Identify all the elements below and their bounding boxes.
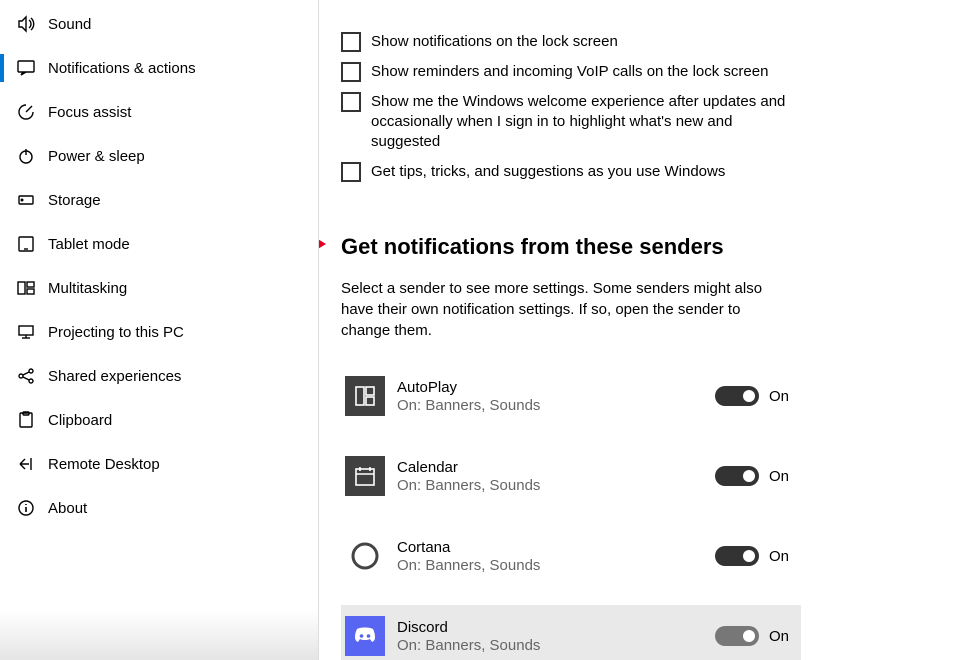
sidebar-item-multitasking[interactable]: Multitasking	[0, 266, 318, 310]
checkbox-icon[interactable]	[341, 162, 361, 182]
sidebar-item-shared[interactable]: Shared experiences	[0, 354, 318, 398]
sender-toggle[interactable]	[715, 626, 759, 646]
cortana-icon	[345, 536, 385, 576]
remote-desktop-icon	[16, 454, 36, 474]
checkbox-tips-suggestions[interactable]: Get tips, tricks, and suggestions as you…	[341, 162, 940, 182]
checkbox-label: Show me the Windows welcome experience a…	[371, 92, 791, 152]
checkbox-label: Show notifications on the lock screen	[371, 32, 618, 52]
sender-toggle[interactable]	[715, 386, 759, 406]
sidebar-item-label: Projecting to this PC	[48, 324, 184, 341]
senders-list: AutoPlay On: Banners, Sounds On Calendar…	[341, 365, 801, 660]
sidebar-item-label: Power & sleep	[48, 148, 145, 165]
checkbox-icon[interactable]	[341, 32, 361, 52]
sender-toggle[interactable]	[715, 466, 759, 486]
sender-name: AutoPlay	[397, 379, 715, 396]
sender-toggle[interactable]	[715, 546, 759, 566]
sidebar-item-about[interactable]: About	[0, 486, 318, 530]
sidebar: Sound Notifications & actions Focus assi…	[0, 0, 319, 660]
sidebar-item-power-sleep[interactable]: Power & sleep	[0, 134, 318, 178]
sidebar-item-label: Multitasking	[48, 280, 127, 297]
toggle-state-label: On	[769, 548, 789, 565]
sender-status: On: Banners, Sounds	[397, 477, 715, 494]
sidebar-item-label: Focus assist	[48, 104, 131, 121]
notification-options: Show notifications on the lock screen Sh…	[341, 32, 940, 182]
checkbox-icon[interactable]	[341, 92, 361, 112]
toggle-state-label: On	[769, 388, 789, 405]
checkbox-welcome-experience[interactable]: Show me the Windows welcome experience a…	[341, 92, 940, 152]
clipboard-icon	[16, 410, 36, 430]
sidebar-item-label: Sound	[48, 16, 91, 33]
sender-name: Discord	[397, 619, 715, 636]
sidebar-item-projecting[interactable]: Projecting to this PC	[0, 310, 318, 354]
sidebar-item-notifications[interactable]: Notifications & actions	[0, 46, 318, 90]
toggle-state-label: On	[769, 628, 789, 645]
sidebar-fade	[0, 610, 318, 660]
sender-name: Calendar	[397, 459, 715, 476]
sidebar-item-tablet-mode[interactable]: Tablet mode	[0, 222, 318, 266]
tablet-icon	[16, 234, 36, 254]
checkbox-lock-screen-notifications[interactable]: Show notifications on the lock screen	[341, 32, 940, 52]
discord-icon	[345, 616, 385, 656]
sidebar-item-label: About	[48, 500, 87, 517]
sidebar-item-label: Remote Desktop	[48, 456, 160, 473]
toggle-state-label: On	[769, 468, 789, 485]
projecting-icon	[16, 322, 36, 342]
sidebar-item-label: Tablet mode	[48, 236, 130, 253]
sidebar-item-remote-desktop[interactable]: Remote Desktop	[0, 442, 318, 486]
sidebar-item-storage[interactable]: Storage	[0, 178, 318, 222]
shared-icon	[16, 366, 36, 386]
about-icon	[16, 498, 36, 518]
multitasking-icon	[16, 278, 36, 298]
focus-assist-icon	[16, 102, 36, 122]
sender-status: On: Banners, Sounds	[397, 637, 715, 654]
sender-row-calendar[interactable]: Calendar On: Banners, Sounds On	[341, 445, 801, 507]
senders-heading: Get notifications from these senders	[341, 234, 940, 260]
arrow-annotation-icon	[319, 226, 326, 262]
sidebar-item-label: Shared experiences	[48, 368, 181, 385]
sidebar-item-sound[interactable]: Sound	[0, 2, 318, 46]
sidebar-item-label: Clipboard	[48, 412, 112, 429]
sidebar-item-label: Storage	[48, 192, 101, 209]
sender-status: On: Banners, Sounds	[397, 397, 715, 414]
sidebar-item-focus-assist[interactable]: Focus assist	[0, 90, 318, 134]
storage-icon	[16, 190, 36, 210]
sender-status: On: Banners, Sounds	[397, 557, 715, 574]
main-panel: Show notifications on the lock screen Sh…	[319, 0, 962, 660]
sender-row-discord[interactable]: Discord On: Banners, Sounds On	[341, 605, 801, 660]
sender-row-autoplay[interactable]: AutoPlay On: Banners, Sounds On	[341, 365, 801, 427]
checkbox-icon[interactable]	[341, 62, 361, 82]
sound-icon	[16, 14, 36, 34]
notifications-icon	[16, 58, 36, 78]
sender-name: Cortana	[397, 539, 715, 556]
checkbox-lock-screen-reminders[interactable]: Show reminders and incoming VoIP calls o…	[341, 62, 940, 82]
senders-description: Select a sender to see more settings. So…	[341, 278, 791, 341]
sender-row-cortana[interactable]: Cortana On: Banners, Sounds On	[341, 525, 801, 587]
sidebar-item-clipboard[interactable]: Clipboard	[0, 398, 318, 442]
power-icon	[16, 146, 36, 166]
checkbox-label: Get tips, tricks, and suggestions as you…	[371, 162, 725, 182]
checkbox-label: Show reminders and incoming VoIP calls o…	[371, 62, 768, 82]
sidebar-item-label: Notifications & actions	[48, 60, 196, 77]
autoplay-icon	[345, 376, 385, 416]
calendar-icon	[345, 456, 385, 496]
